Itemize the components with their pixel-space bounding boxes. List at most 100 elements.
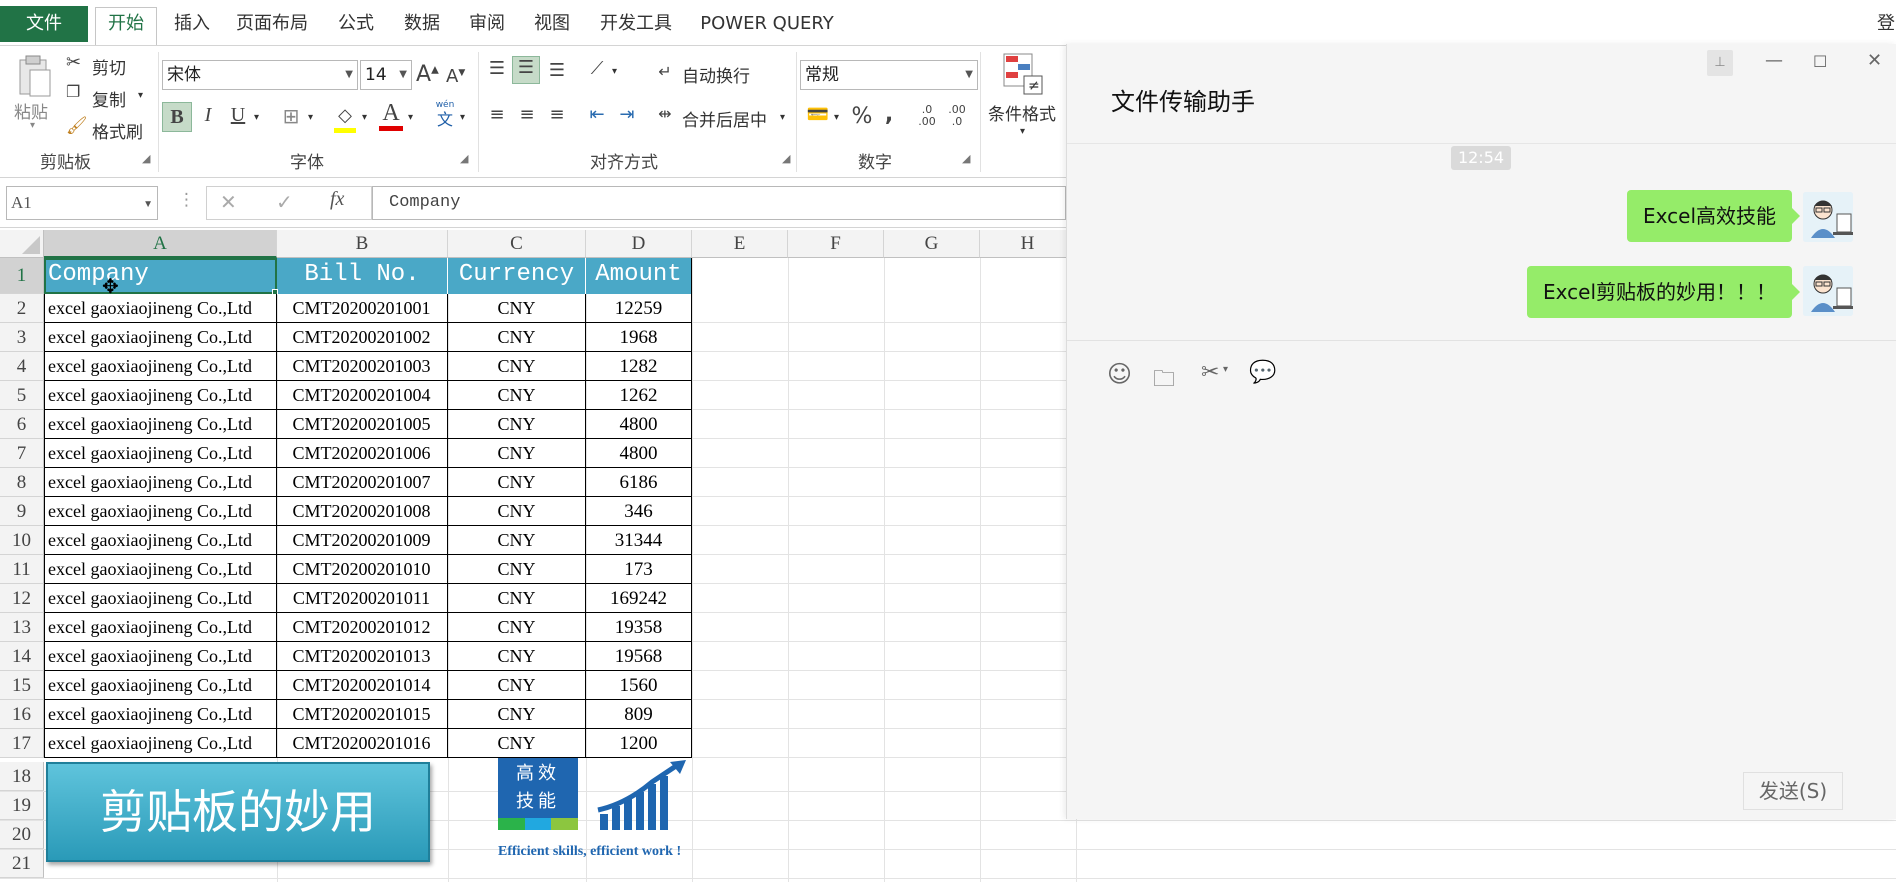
- cell-currency[interactable]: CNY: [448, 555, 586, 584]
- cell-company[interactable]: excel gaoxiaojineng Co.,Ltd: [44, 555, 277, 584]
- copy-dropdown-icon[interactable]: ▾: [138, 90, 143, 101]
- row-header-13[interactable]: 13: [0, 613, 44, 642]
- column-header-f[interactable]: F: [788, 230, 884, 258]
- cell-company[interactable]: excel gaoxiaojineng Co.,Ltd: [44, 294, 277, 323]
- cell-currency[interactable]: CNY: [448, 642, 586, 671]
- cell-currency[interactable]: CNY: [448, 526, 586, 555]
- number-format-select[interactable]: 常规 ▼: [800, 60, 978, 90]
- folder-icon[interactable]: 🗀: [1153, 362, 1175, 400]
- align-left-icon[interactable]: ≡: [484, 104, 510, 125]
- row-header-19[interactable]: 19: [0, 791, 44, 820]
- font-launcher-icon[interactable]: ◢: [460, 152, 468, 165]
- cell-amount[interactable]: 12259: [586, 294, 692, 323]
- send-button[interactable]: 发送(S): [1743, 772, 1843, 810]
- cell-company[interactable]: excel gaoxiaojineng Co.,Ltd: [44, 584, 277, 613]
- pin-icon[interactable]: ⊥: [1707, 50, 1733, 76]
- scissors-icon[interactable]: ✂: [1201, 360, 1219, 385]
- italic-button[interactable]: I: [196, 104, 220, 127]
- cell-company[interactable]: excel gaoxiaojineng Co.,Ltd: [44, 323, 277, 352]
- cell-amount[interactable]: 346: [586, 497, 692, 526]
- maximize-icon[interactable]: ☐: [1813, 52, 1827, 71]
- row-header-4[interactable]: 4: [0, 352, 44, 381]
- row-header-3[interactable]: 3: [0, 323, 44, 352]
- tab-view[interactable]: 视图: [530, 8, 574, 40]
- cell-amount[interactable]: 809: [586, 700, 692, 729]
- cell-currency[interactable]: CNY: [448, 439, 586, 468]
- avatar[interactable]: [1803, 192, 1853, 242]
- sign-in-link[interactable]: 登: [1876, 8, 1896, 40]
- align-top-icon[interactable]: ☰: [484, 58, 510, 79]
- cell-bill-no[interactable]: CMT20200201011: [276, 584, 448, 613]
- chat-input-area[interactable]: [1067, 340, 1896, 819]
- row-header-12[interactable]: 12: [0, 584, 44, 613]
- align-bottom-icon[interactable]: ☰: [544, 60, 570, 81]
- cell-currency[interactable]: CNY: [448, 584, 586, 613]
- cell-company[interactable]: excel gaoxiaojineng Co.,Ltd: [44, 642, 277, 671]
- screenshot-dropdown-icon[interactable]: ▾: [1223, 364, 1228, 375]
- orientation-dropdown-icon[interactable]: ▾: [612, 66, 617, 77]
- cell-bill-no[interactable]: CMT20200201009: [276, 526, 448, 555]
- row-header-20[interactable]: 20: [0, 820, 44, 849]
- font-color-icon[interactable]: A: [378, 100, 404, 132]
- copy-button[interactable]: 复制: [92, 86, 126, 111]
- cell-bill-no[interactable]: CMT20200201002: [276, 323, 448, 352]
- cell-company[interactable]: excel gaoxiaojineng Co.,Ltd: [44, 613, 277, 642]
- close-icon[interactable]: ✕: [1867, 50, 1882, 71]
- row-header-6[interactable]: 6: [0, 410, 44, 439]
- cell-currency[interactable]: CNY: [448, 700, 586, 729]
- select-all-button[interactable]: [0, 230, 44, 258]
- avatar[interactable]: [1803, 266, 1853, 316]
- border-icon[interactable]: ⊞: [278, 104, 304, 128]
- header-cell-amount[interactable]: Amount: [586, 258, 692, 294]
- tab-page-layout[interactable]: 页面布局: [232, 8, 312, 40]
- align-center-icon[interactable]: ≡: [514, 104, 540, 125]
- cell-company[interactable]: excel gaoxiaojineng Co.,Ltd: [44, 381, 277, 410]
- cell-currency[interactable]: CNY: [448, 352, 586, 381]
- row-header-21[interactable]: 21: [0, 849, 44, 878]
- increase-decimal-button[interactable]: .0 .00: [914, 104, 940, 128]
- cell-currency[interactable]: CNY: [448, 497, 586, 526]
- number-launcher-icon[interactable]: ◢: [962, 152, 970, 165]
- cell-bill-no[interactable]: CMT20200201005: [276, 410, 448, 439]
- cell-amount[interactable]: 1560: [586, 671, 692, 700]
- column-header-a[interactable]: A: [44, 230, 277, 258]
- cell-bill-no[interactable]: CMT20200201015: [276, 700, 448, 729]
- cell-currency[interactable]: CNY: [448, 671, 586, 700]
- cell-currency[interactable]: CNY: [448, 613, 586, 642]
- column-header-e[interactable]: E: [692, 230, 788, 258]
- column-header-c[interactable]: C: [448, 230, 586, 258]
- cell-company[interactable]: excel gaoxiaojineng Co.,Ltd: [44, 526, 277, 555]
- cut-button[interactable]: 剪切: [92, 54, 126, 79]
- column-header-b[interactable]: B: [277, 230, 448, 258]
- cell-bill-no[interactable]: CMT20200201004: [276, 381, 448, 410]
- tab-home[interactable]: 开始: [95, 7, 157, 45]
- row-header-2[interactable]: 2: [0, 294, 44, 323]
- increase-indent-icon[interactable]: ⇥: [614, 104, 640, 125]
- cell-amount[interactable]: 31344: [586, 526, 692, 555]
- format-painter-button[interactable]: 格式刷: [92, 118, 143, 143]
- row-header-10[interactable]: 10: [0, 526, 44, 555]
- row-header-9[interactable]: 9: [0, 497, 44, 526]
- row-header-14[interactable]: 14: [0, 642, 44, 671]
- cell-bill-no[interactable]: CMT20200201008: [276, 497, 448, 526]
- cell-currency[interactable]: CNY: [448, 410, 586, 439]
- cell-company[interactable]: excel gaoxiaojineng Co.,Ltd: [44, 671, 277, 700]
- cell-currency[interactable]: CNY: [448, 729, 586, 758]
- cell-company[interactable]: excel gaoxiaojineng Co.,Ltd: [44, 439, 277, 468]
- cell-bill-no[interactable]: CMT20200201001: [276, 294, 448, 323]
- cell-amount[interactable]: 1200: [586, 729, 692, 758]
- cell-bill-no[interactable]: CMT20200201012: [276, 613, 448, 642]
- percent-button[interactable]: %: [850, 104, 874, 129]
- merge-dropdown-icon[interactable]: ▾: [780, 112, 785, 123]
- cell-amount[interactable]: 1262: [586, 381, 692, 410]
- cell-currency[interactable]: CNY: [448, 294, 586, 323]
- cell-amount[interactable]: 19568: [586, 642, 692, 671]
- tab-formulas[interactable]: 公式: [334, 8, 378, 40]
- comma-button[interactable]: ,: [880, 102, 898, 127]
- row-header-7[interactable]: 7: [0, 439, 44, 468]
- fill-color-dropdown-icon[interactable]: ▾: [362, 112, 367, 123]
- cell-company[interactable]: excel gaoxiaojineng Co.,Ltd: [44, 468, 277, 497]
- more-icon[interactable]: ⋮: [178, 190, 195, 210]
- phonetic-dropdown-icon[interactable]: ▾: [460, 112, 465, 123]
- minimize-icon[interactable]: —: [1765, 50, 1783, 71]
